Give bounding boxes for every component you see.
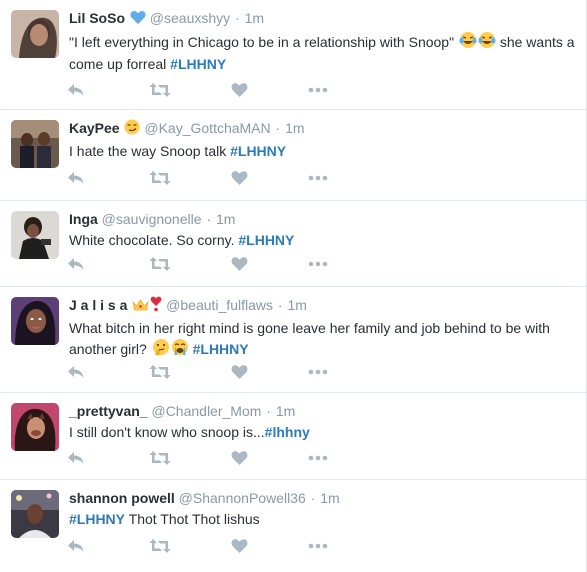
tweet[interactable]: KayPee @Kay_GottchaMAN · 1m I hate the w… bbox=[0, 110, 586, 201]
more-icon[interactable] bbox=[308, 79, 328, 101]
smirk-emoji-icon bbox=[124, 119, 140, 139]
tweet-timeline: Lil SoSo @seauxshyy · 1m "I left everyth… bbox=[0, 0, 587, 572]
hashtag-link[interactable]: #LHHNY bbox=[230, 143, 286, 159]
tweet-text: #LHHNY Thot Thot Thot lishus bbox=[69, 511, 260, 527]
tweet-author-name[interactable]: _prettyvan_ bbox=[69, 403, 148, 419]
tweet-author-name[interactable]: J a l i s a bbox=[69, 297, 127, 313]
more-icon[interactable] bbox=[308, 167, 328, 189]
tweet[interactable]: shannon powell @ShannonPowell36 · 1m #LH… bbox=[0, 480, 586, 572]
tweet-timestamp[interactable]: 1m bbox=[320, 490, 339, 506]
reply-icon[interactable] bbox=[67, 361, 85, 383]
heart-exclamation-emoji-icon bbox=[150, 296, 162, 316]
reply-icon[interactable] bbox=[67, 79, 85, 101]
tweet-username[interactable]: @sauvignonelle bbox=[102, 211, 202, 227]
separator-dot: · bbox=[275, 120, 281, 136]
tweet[interactable]: _prettyvan_ @Chandler_Mom · 1m I still d… bbox=[0, 393, 586, 480]
separator-dot: · bbox=[310, 490, 316, 506]
tweet-text: "I left everything in Chicago to be in a… bbox=[69, 31, 578, 74]
tears-of-joy-emoji-icon bbox=[478, 31, 496, 54]
more-icon[interactable] bbox=[308, 253, 328, 275]
more-icon[interactable] bbox=[308, 535, 328, 557]
tweet[interactable]: J a l i s a @beauti_fulflaws · 1m What b… bbox=[0, 287, 586, 393]
avatar[interactable] bbox=[11, 403, 59, 451]
hashtag-link[interactable]: #LHHNY bbox=[193, 341, 249, 357]
like-icon[interactable] bbox=[231, 361, 248, 383]
like-icon[interactable] bbox=[231, 447, 248, 469]
like-icon[interactable] bbox=[231, 79, 248, 101]
hashtag-link[interactable]: #LHHNY bbox=[69, 511, 125, 527]
tweet-author-name[interactable]: shannon powell bbox=[69, 490, 175, 506]
separator-dot: · bbox=[266, 403, 271, 419]
avatar[interactable] bbox=[11, 120, 59, 168]
avatar[interactable] bbox=[11, 490, 59, 538]
more-icon[interactable] bbox=[308, 361, 328, 383]
tweet-text: What bitch in her right mind is gone lea… bbox=[69, 318, 578, 361]
separator-dot: · bbox=[206, 211, 212, 227]
tweet-timestamp[interactable]: 1m bbox=[245, 10, 264, 26]
tweet[interactable]: Lil SoSo @seauxshyy · 1m "I left everyth… bbox=[0, 0, 586, 110]
retweet-icon[interactable] bbox=[149, 79, 171, 101]
like-icon[interactable] bbox=[231, 167, 248, 189]
thinking-emoji-icon bbox=[152, 338, 170, 361]
reply-icon[interactable] bbox=[67, 253, 85, 275]
tweet-text: I still don't know who snoop is...#lhhny bbox=[69, 424, 310, 440]
blue-heart-emoji-icon bbox=[130, 10, 146, 29]
tweet[interactable]: Inga @sauvignonelle · 1m White chocolate… bbox=[0, 201, 586, 287]
retweet-icon[interactable] bbox=[149, 361, 171, 383]
avatar[interactable] bbox=[11, 297, 59, 345]
tweet-author-name[interactable]: Lil SoSo bbox=[69, 10, 125, 26]
tears-of-joy-emoji-icon bbox=[459, 31, 477, 54]
separator-dot: · bbox=[235, 10, 240, 26]
like-icon[interactable] bbox=[231, 535, 248, 557]
reply-icon[interactable] bbox=[67, 167, 85, 189]
avatar[interactable] bbox=[11, 10, 59, 58]
more-icon[interactable] bbox=[308, 447, 328, 469]
hashtag-link[interactable]: #LHHNY bbox=[238, 232, 294, 248]
retweet-icon[interactable] bbox=[149, 447, 171, 469]
tweet-timestamp[interactable]: 1m bbox=[276, 403, 295, 419]
tweet-username[interactable]: @Kay_GottchaMAN bbox=[144, 120, 270, 136]
hashtag-link[interactable]: #lhhny bbox=[265, 424, 310, 440]
hashtag-link[interactable]: #LHHNY bbox=[170, 56, 226, 72]
tweet-timestamp[interactable]: 1m bbox=[216, 211, 235, 227]
avatar[interactable] bbox=[11, 211, 59, 259]
retweet-icon[interactable] bbox=[149, 253, 171, 275]
retweet-icon[interactable] bbox=[149, 535, 171, 557]
tweet-username[interactable]: @ShannonPowell36 bbox=[179, 490, 306, 506]
reply-icon[interactable] bbox=[67, 535, 85, 557]
tweet-username[interactable]: @seauxshyy bbox=[150, 10, 230, 26]
tweet-timestamp[interactable]: 1m bbox=[285, 120, 304, 136]
reply-icon[interactable] bbox=[67, 447, 85, 469]
tweet-author-name[interactable]: KayPee bbox=[69, 120, 120, 136]
tweet-text: White chocolate. So corny. #LHHNY bbox=[69, 232, 295, 248]
retweet-icon[interactable] bbox=[149, 167, 171, 189]
tweet-timestamp[interactable]: 1m bbox=[287, 297, 306, 313]
tweet-text: I hate the way Snoop talk #LHHNY bbox=[69, 143, 287, 159]
crying-emoji-icon bbox=[171, 338, 189, 361]
like-icon[interactable] bbox=[231, 253, 248, 275]
tweet-username[interactable]: @Chandler_Mom bbox=[151, 403, 261, 419]
tweet-author-name[interactable]: Inga bbox=[69, 211, 98, 227]
separator-dot: · bbox=[277, 297, 283, 313]
crown-emoji-icon bbox=[132, 298, 149, 316]
tweet-username[interactable]: @beauti_fulflaws bbox=[166, 297, 273, 313]
